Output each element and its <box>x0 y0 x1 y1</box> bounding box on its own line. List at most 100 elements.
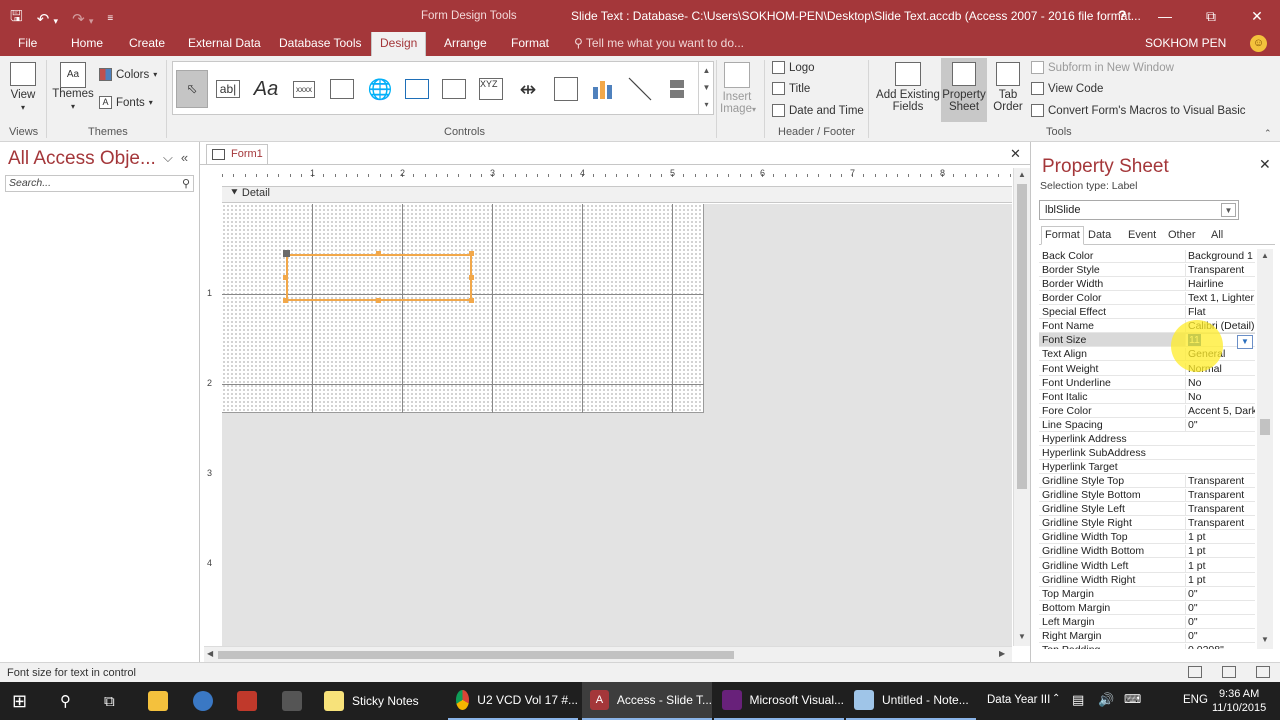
property-value[interactable]: 0" <box>1185 629 1255 642</box>
tab-form1[interactable]: Form1 <box>206 144 268 164</box>
nav-pane-title[interactable]: All Access Obje... <box>8 148 156 170</box>
gallery-scroll[interactable]: ▲ ▼ ▾ <box>698 62 714 114</box>
horizontal-scroll-thumb[interactable] <box>218 651 734 659</box>
property-scroll-thumb[interactable] <box>1260 419 1270 435</box>
vertical-scrollbar[interactable]: ▲ ▼ <box>1013 168 1030 646</box>
property-value[interactable]: Transparent <box>1185 489 1255 502</box>
view-button[interactable]: View ▾ <box>8 62 38 113</box>
property-value[interactable]: Transparent <box>1185 264 1255 277</box>
property-row[interactable]: Hyperlink Target <box>1039 460 1255 475</box>
property-value[interactable]: 0" <box>1185 418 1255 431</box>
shutter-bar-icon[interactable]: « <box>181 150 188 166</box>
view-code-button[interactable]: View Code <box>1031 82 1103 95</box>
property-scrollbar[interactable]: ▲ ▼ <box>1257 249 1273 649</box>
taskbar-notepad[interactable]: Untitled - Note... <box>846 682 976 720</box>
property-row[interactable]: Line Spacing 0" <box>1039 418 1255 432</box>
property-tab-other[interactable]: Other <box>1168 229 1196 241</box>
collapse-ribbon-icon[interactable]: ⌃ <box>1264 128 1272 139</box>
property-value[interactable]: Transparent <box>1185 503 1255 516</box>
network-icon[interactable]: ▤ <box>1072 692 1084 708</box>
select-pointer-icon[interactable]: ⬁ <box>176 70 208 108</box>
undo-icon[interactable]: ↶ ▾ <box>37 10 58 28</box>
minimize-icon[interactable]: — <box>1142 0 1188 32</box>
tab-control-icon[interactable] <box>327 74 357 104</box>
property-row[interactable]: Font Underline No <box>1039 376 1255 390</box>
save-icon[interactable]: 🖫 <box>10 6 23 31</box>
fonts-button[interactable]: A Fonts ▾ <box>99 96 153 109</box>
nav-menu-chevron-icon[interactable]: ⌵ <box>163 150 173 166</box>
taskbar-access[interactable]: A Access - Slide T... <box>582 682 712 720</box>
user-name[interactable]: SOKHOM PEN <box>1145 36 1226 50</box>
scroll-down-icon[interactable]: ▼ <box>1261 635 1269 644</box>
web-browser-control-icon[interactable] <box>402 74 432 104</box>
property-row[interactable]: Special Effect Flat <box>1039 305 1255 320</box>
customize-qat-icon[interactable]: ≡ <box>107 13 113 24</box>
redo-icon[interactable]: ↷ ▾ <box>72 10 93 28</box>
property-value[interactable]: Text 1, Lighter <box>1185 292 1255 305</box>
tab-design[interactable]: Design <box>371 32 427 56</box>
property-value[interactable]: Hairline <box>1185 278 1255 291</box>
object-selector-combo[interactable]: lblSlide ▼ <box>1039 200 1239 220</box>
tab-home[interactable]: Home <box>71 36 103 50</box>
app-icon-calc[interactable] <box>282 682 302 720</box>
search-icon[interactable]: ⚲ <box>182 177 190 190</box>
taskbar-visual[interactable]: Microsoft Visual... <box>714 682 844 720</box>
property-row[interactable]: Gridline Style Top Transparent <box>1039 474 1255 489</box>
add-existing-fields-button[interactable]: Add Existing Fields <box>876 62 940 113</box>
tab-format[interactable]: Format <box>511 36 549 50</box>
property-value[interactable]: 1 pt <box>1185 545 1255 558</box>
property-row[interactable]: Gridline Style Left Transparent <box>1039 502 1255 517</box>
button-control-icon[interactable]: xxxx <box>289 74 319 104</box>
scroll-left-icon[interactable]: ◀ <box>207 649 213 658</box>
property-row[interactable]: Back Color Background 1 <box>1039 249 1255 263</box>
property-row[interactable]: Fore Color Accent 5, Dark <box>1039 404 1255 418</box>
property-row[interactable]: Top Padding 0.0208" <box>1039 643 1255 649</box>
media-player-icon[interactable] <box>193 682 213 720</box>
property-row[interactable]: Gridline Width Top 1 pt <box>1039 530 1255 545</box>
property-value[interactable]: Transparent <box>1185 517 1255 530</box>
property-row[interactable]: Font Italic No <box>1039 390 1255 404</box>
close-form-icon[interactable]: ✕ <box>1010 146 1021 162</box>
property-tab-data[interactable]: Data <box>1088 229 1111 241</box>
hyperlink-control-icon[interactable]: 🌐 <box>365 74 395 104</box>
detail-section-bar[interactable]: ⯆ Detail <box>222 186 1012 203</box>
property-value[interactable]: 0.0208" <box>1185 643 1255 649</box>
option-group-icon[interactable]: XYZ <box>476 74 506 104</box>
property-row[interactable]: Left Margin 0" <box>1039 615 1255 629</box>
system-clock[interactable]: 9:36 AM 11/10/2015 <box>1212 687 1266 715</box>
property-value[interactable]: 0" <box>1185 601 1255 614</box>
line-control-icon[interactable] <box>625 74 655 104</box>
property-value[interactable]: No <box>1185 376 1255 389</box>
property-row[interactable]: Gridline Width Right 1 pt <box>1039 573 1255 587</box>
tell-me-search[interactable]: ⚲ Tell me what you want to do... <box>574 36 744 50</box>
volume-icon[interactable]: 🔊 <box>1098 692 1114 708</box>
chart-control-icon[interactable] <box>588 74 618 104</box>
search-icon[interactable]: ⚲ <box>60 682 71 720</box>
property-row[interactable]: Bottom Margin 0" <box>1039 601 1255 615</box>
property-row[interactable]: Gridline Width Bottom 1 pt <box>1039 544 1255 559</box>
property-value[interactable]: 1 pt <box>1185 573 1255 586</box>
tab-arrange[interactable]: Arrange <box>444 36 487 50</box>
property-row[interactable]: Font WeightNormal <box>1039 362 1255 376</box>
property-value[interactable]: 1 pt <box>1185 531 1255 544</box>
property-tab-all[interactable]: All <box>1211 229 1223 241</box>
textbox-control-icon[interactable]: ab| <box>213 74 243 104</box>
font-size-dropdown-icon[interactable]: ▼ <box>1237 335 1253 349</box>
file-explorer-icon[interactable] <box>148 682 168 720</box>
property-sheet-button[interactable]: Property Sheet <box>941 62 987 113</box>
close-icon[interactable]: ✕ <box>1234 0 1280 32</box>
property-row[interactable]: Gridline Style Right Transparent <box>1039 516 1255 531</box>
resize-handle-bottom-right[interactable] <box>469 298 474 303</box>
scroll-right-icon[interactable]: ▶ <box>999 649 1005 658</box>
vertical-scroll-thumb[interactable] <box>1017 184 1027 489</box>
property-value[interactable]: 0" <box>1185 587 1255 600</box>
property-value[interactable]: Transparent <box>1185 475 1255 488</box>
property-row[interactable]: Right Margin 0" <box>1039 629 1255 643</box>
detail-design-grid[interactable] <box>222 204 704 413</box>
property-value[interactable]: Flat <box>1185 306 1255 319</box>
tab-database-tools[interactable]: Database Tools <box>279 36 362 50</box>
scroll-up-icon[interactable]: ▲ <box>1261 251 1269 260</box>
subform-new-window-button[interactable]: Subform in New Window <box>1031 61 1174 74</box>
resize-handle-top-right[interactable] <box>469 251 474 256</box>
taskbar-sticky-notes[interactable]: Sticky Notes <box>324 682 419 720</box>
